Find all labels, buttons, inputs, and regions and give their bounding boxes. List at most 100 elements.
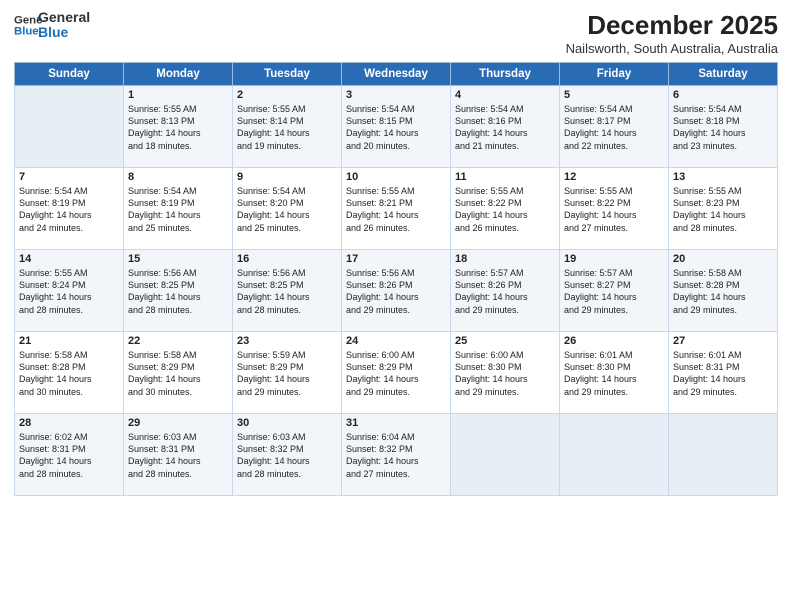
- cell-content: Sunrise: 6:00 AMSunset: 8:30 PMDaylight:…: [455, 349, 555, 398]
- cell-content: Sunrise: 5:54 AMSunset: 8:15 PMDaylight:…: [346, 103, 446, 152]
- calendar-cell: 26 Sunrise: 6:01 AMSunset: 8:30 PMDayligh…: [560, 332, 669, 414]
- cell-content: Sunrise: 5:54 AMSunset: 8:19 PMDaylight:…: [19, 185, 119, 234]
- calendar-cell: 12Sunrise: 5:55 AMSunset: 8:22 PMDayligh…: [560, 168, 669, 250]
- calendar-cell: 20Sunrise: 5:58 AMSunset: 8:28 PMDayligh…: [669, 250, 778, 332]
- cell-content: Sunrise: 6:01 AMSunset: 8:30 PMDaylight:…: [564, 349, 664, 398]
- calendar-cell: 10 Sunrise: 5:55 AMSunset: 8:21 PMDayligh…: [342, 168, 451, 250]
- calendar-week-3: 14Sunrise: 5:55 AMSunset: 8:24 PMDayligh…: [15, 250, 778, 332]
- cell-content: Sunrise: 5:58 AMSunset: 8:29 PMDaylight:…: [128, 349, 228, 398]
- cell-content: Sunrise: 5:57 AMSunset: 8:27 PMDaylight:…: [564, 267, 664, 316]
- day-number: 19: [564, 253, 664, 265]
- day-number: 28: [19, 417, 119, 429]
- calendar-cell: 17 Sunrise: 5:56 AMSunset: 8:26 PMDayligh…: [342, 250, 451, 332]
- calendar-cell: [451, 414, 560, 496]
- day-number: 4: [455, 89, 555, 101]
- calendar-cell: 8Sunrise: 5:54 AMSunset: 8:19 PMDaylight…: [124, 168, 233, 250]
- title-block: December 2025 Nailsworth, South Australi…: [566, 10, 778, 56]
- day-number: 14: [19, 253, 119, 265]
- days-header-row: SundayMondayTuesdayWednesdayThursdayFrid…: [15, 63, 778, 86]
- calendar-cell: 28 Sunrise: 6:02 AMSunset: 8:31 PMDayligh…: [15, 414, 124, 496]
- day-header-friday: Friday: [560, 63, 669, 86]
- calendar-cell: 27 Sunrise: 6:01 AMSunset: 8:31 PMDayligh…: [669, 332, 778, 414]
- cell-content: Sunrise: 5:54 AMSunset: 8:17 PMDaylight:…: [564, 103, 664, 152]
- day-number: 29: [128, 417, 228, 429]
- calendar-cell: 16Sunrise: 5:56 AMSunset: 8:25 PMDayligh…: [233, 250, 342, 332]
- calendar-cell: 2 Sunrise: 5:55 AMSunset: 8:14 PMDaylight…: [233, 86, 342, 168]
- day-header-monday: Monday: [124, 63, 233, 86]
- calendar-week-5: 28 Sunrise: 6:02 AMSunset: 8:31 PMDayligh…: [15, 414, 778, 496]
- day-number: 24: [346, 335, 446, 347]
- calendar-cell: 19 Sunrise: 5:57 AMSunset: 8:27 PMDayligh…: [560, 250, 669, 332]
- cell-content: Sunrise: 5:54 AMSunset: 8:20 PMDaylight:…: [237, 185, 337, 234]
- cell-content: Sunrise: 5:59 AMSunset: 8:29 PMDaylight:…: [237, 349, 337, 398]
- cell-content: Sunrise: 5:57 AMSunset: 8:26 PMDaylight:…: [455, 267, 555, 316]
- day-number: 18: [455, 253, 555, 265]
- calendar-cell: 29 Sunrise: 6:03 AMSunset: 8:31 PMDayligh…: [124, 414, 233, 496]
- cell-content: Sunrise: 5:55 AMSunset: 8:13 PMDaylight:…: [128, 103, 228, 152]
- day-number: 10: [346, 171, 446, 183]
- calendar-week-4: 21Sunrise: 5:58 AMSunset: 8:28 PMDayligh…: [15, 332, 778, 414]
- calendar-cell: 21Sunrise: 5:58 AMSunset: 8:28 PMDayligh…: [15, 332, 124, 414]
- calendar-cell: 3 Sunrise: 5:54 AMSunset: 8:15 PMDaylight…: [342, 86, 451, 168]
- calendar-cell: 30 Sunrise: 6:03 AMSunset: 8:32 PMDayligh…: [233, 414, 342, 496]
- day-number: 3: [346, 89, 446, 101]
- day-number: 1: [128, 89, 228, 101]
- calendar-week-2: 7 Sunrise: 5:54 AMSunset: 8:19 PMDaylight…: [15, 168, 778, 250]
- calendar-cell: 7 Sunrise: 5:54 AMSunset: 8:19 PMDaylight…: [15, 168, 124, 250]
- day-number: 7: [19, 171, 119, 183]
- day-header-wednesday: Wednesday: [342, 63, 451, 86]
- calendar-table: SundayMondayTuesdayWednesdayThursdayFrid…: [14, 62, 778, 496]
- calendar-cell: 9 Sunrise: 5:54 AMSunset: 8:20 PMDaylight…: [233, 168, 342, 250]
- logo: General Blue General Blue: [14, 10, 90, 41]
- cell-content: Sunrise: 5:56 AMSunset: 8:26 PMDaylight:…: [346, 267, 446, 316]
- day-number: 23: [237, 335, 337, 347]
- day-number: 26: [564, 335, 664, 347]
- day-number: 22: [128, 335, 228, 347]
- day-number: 27: [673, 335, 773, 347]
- calendar-cell: [560, 414, 669, 496]
- calendar-cell: 11Sunrise: 5:55 AMSunset: 8:22 PMDayligh…: [451, 168, 560, 250]
- cell-content: Sunrise: 6:03 AMSunset: 8:31 PMDaylight:…: [128, 431, 228, 480]
- cell-content: Sunrise: 5:58 AMSunset: 8:28 PMDaylight:…: [673, 267, 773, 316]
- calendar-cell: 18 Sunrise: 5:57 AMSunset: 8:26 PMDayligh…: [451, 250, 560, 332]
- calendar-cell: 1 Sunrise: 5:55 AMSunset: 8:13 PMDaylight…: [124, 86, 233, 168]
- day-number: 12: [564, 171, 664, 183]
- day-number: 30: [237, 417, 337, 429]
- cell-content: Sunrise: 6:02 AMSunset: 8:31 PMDaylight:…: [19, 431, 119, 480]
- calendar-cell: 6Sunrise: 5:54 AMSunset: 8:18 PMDaylight…: [669, 86, 778, 168]
- day-number: 9: [237, 171, 337, 183]
- day-number: 13: [673, 171, 773, 183]
- day-number: 8: [128, 171, 228, 183]
- cell-content: Sunrise: 5:58 AMSunset: 8:28 PMDaylight:…: [19, 349, 119, 398]
- cell-content: Sunrise: 5:55 AMSunset: 8:14 PMDaylight:…: [237, 103, 337, 152]
- day-number: 5: [564, 89, 664, 101]
- calendar-cell: 25 Sunrise: 6:00 AMSunset: 8:30 PMDayligh…: [451, 332, 560, 414]
- cell-content: Sunrise: 6:01 AMSunset: 8:31 PMDaylight:…: [673, 349, 773, 398]
- calendar-cell: 23 Sunrise: 5:59 AMSunset: 8:29 PMDayligh…: [233, 332, 342, 414]
- calendar-cell: 24 Sunrise: 6:00 AMSunset: 8:29 PMDayligh…: [342, 332, 451, 414]
- day-header-sunday: Sunday: [15, 63, 124, 86]
- cell-content: Sunrise: 5:55 AMSunset: 8:23 PMDaylight:…: [673, 185, 773, 234]
- cell-content: Sunrise: 5:56 AMSunset: 8:25 PMDaylight:…: [128, 267, 228, 316]
- day-number: 15: [128, 253, 228, 265]
- cell-content: Sunrise: 6:03 AMSunset: 8:32 PMDaylight:…: [237, 431, 337, 480]
- calendar-title: December 2025: [566, 10, 778, 41]
- calendar-subtitle: Nailsworth, South Australia, Australia: [566, 41, 778, 56]
- cell-content: Sunrise: 5:55 AMSunset: 8:22 PMDaylight:…: [455, 185, 555, 234]
- calendar-week-1: 1 Sunrise: 5:55 AMSunset: 8:13 PMDaylight…: [15, 86, 778, 168]
- day-header-saturday: Saturday: [669, 63, 778, 86]
- day-number: 25: [455, 335, 555, 347]
- calendar-cell: 4Sunrise: 5:54 AMSunset: 8:16 PMDaylight…: [451, 86, 560, 168]
- day-header-tuesday: Tuesday: [233, 63, 342, 86]
- cell-content: Sunrise: 5:55 AMSunset: 8:21 PMDaylight:…: [346, 185, 446, 234]
- page: General Blue General Blue December 2025 …: [0, 0, 792, 612]
- logo-blue: Blue: [38, 25, 90, 40]
- logo-general: General: [38, 10, 90, 25]
- cell-content: Sunrise: 5:54 AMSunset: 8:18 PMDaylight:…: [673, 103, 773, 152]
- calendar-cell: 15 Sunrise: 5:56 AMSunset: 8:25 PMDayligh…: [124, 250, 233, 332]
- day-header-thursday: Thursday: [451, 63, 560, 86]
- day-number: 31: [346, 417, 446, 429]
- day-number: 17: [346, 253, 446, 265]
- day-number: 2: [237, 89, 337, 101]
- cell-content: Sunrise: 6:00 AMSunset: 8:29 PMDaylight:…: [346, 349, 446, 398]
